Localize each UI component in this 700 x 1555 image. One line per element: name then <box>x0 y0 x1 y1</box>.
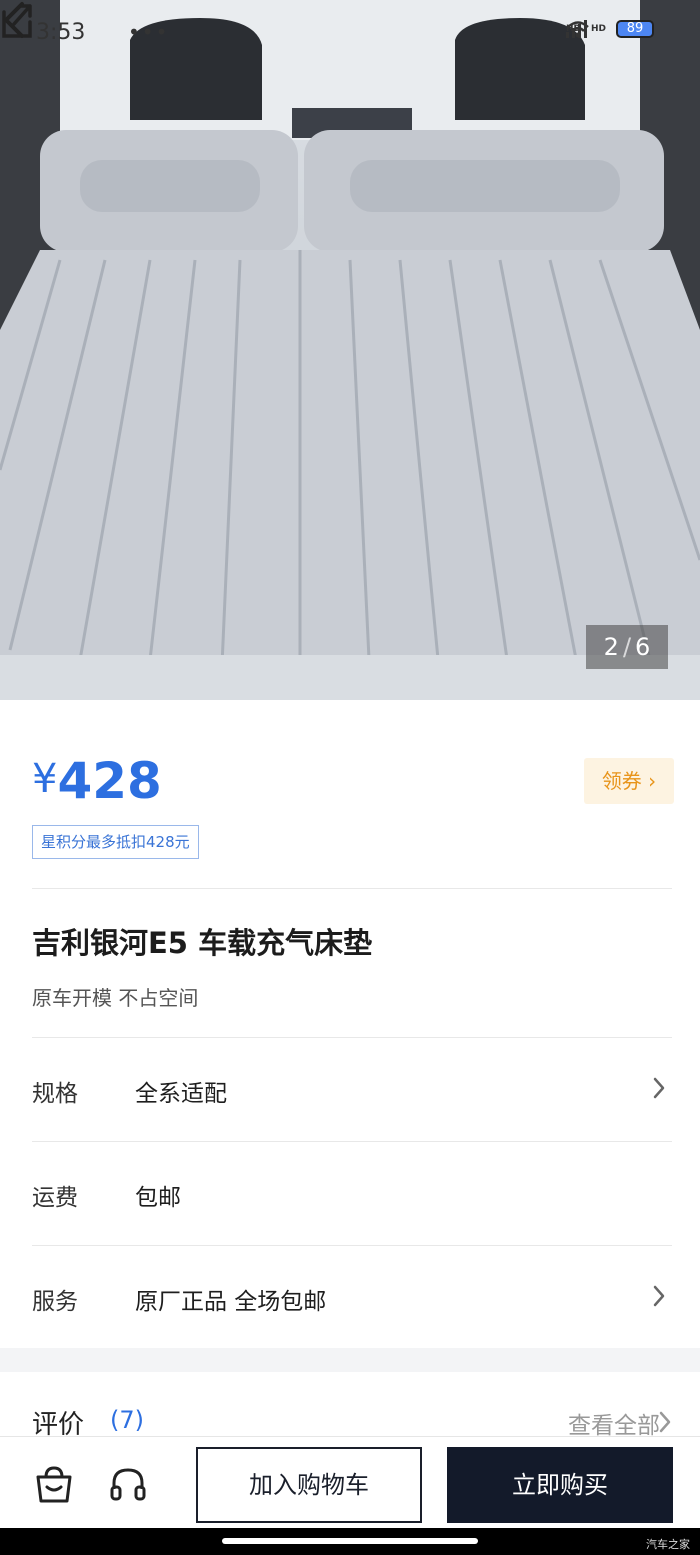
image-page-indicator: 2/6 <box>586 625 668 669</box>
spec-row[interactable]: 规格 全系适配 <box>32 1038 672 1141</box>
service-row[interactable]: 服务 原厂正品 全场包邮 <box>32 1246 672 1349</box>
status-indicators: HD HD 89 <box>565 20 654 38</box>
status-bar: 3:53 ••• HD HD 89 <box>0 0 700 64</box>
price-amount: 428 <box>57 752 162 810</box>
spec-value: 全系适配 <box>135 1081 227 1107</box>
status-time: 3:53 <box>36 20 86 45</box>
section-separator <box>0 1348 700 1372</box>
currency-symbol: ¥ <box>32 756 58 802</box>
reviews-count: (7) <box>110 1406 144 1434</box>
status-notification-dots: ••• <box>128 20 170 44</box>
chevron-right-icon[interactable] <box>658 1410 672 1434</box>
product-photo-air-mattress <box>0 0 700 700</box>
service-label: 服务 <box>32 1289 78 1315</box>
product-price: ¥428 <box>32 752 162 810</box>
divider <box>32 888 672 889</box>
share-icon[interactable] <box>0 0 34 40</box>
shipping-value: 包邮 <box>135 1185 181 1211</box>
points-deduction-tag: 星积分最多抵扣428元 <box>32 825 199 859</box>
service-value: 原厂正品 全场包邮 <box>135 1289 327 1315</box>
watermark: 汽车之家 <box>646 1538 690 1551</box>
product-image-gallery[interactable]: 3:53 ••• HD HD 89 2/6 <box>0 0 700 700</box>
product-subtitle: 原车开模 不占空间 <box>32 986 199 1010</box>
hd-signal-icon-2: HD <box>590 24 606 34</box>
shipping-label: 运费 <box>32 1185 78 1211</box>
bottom-action-bar: 加入购物车 立即购买 <box>0 1436 700 1528</box>
image-current-index: 2 <box>603 633 619 661</box>
view-all-reviews-link[interactable]: 查看全部 <box>568 1406 660 1440</box>
chevron-right-icon <box>653 1077 665 1099</box>
battery-icon: 89 <box>616 20 654 38</box>
customer-service-icon[interactable] <box>108 1465 148 1505</box>
wifi-icon <box>567 21 589 38</box>
buy-now-button[interactable]: 立即购买 <box>447 1447 673 1523</box>
get-coupon-label: 领券 <box>601 769 642 793</box>
product-title: 吉利银河E5 车载充气床垫 <box>32 926 373 960</box>
image-index-separator: / <box>622 633 632 661</box>
image-total-count: 6 <box>635 633 651 661</box>
home-indicator[interactable] <box>222 1538 478 1544</box>
chevron-right-icon: › <box>648 769 657 793</box>
shop-icon[interactable] <box>34 1465 74 1505</box>
add-to-cart-button[interactable]: 加入购物车 <box>196 1447 422 1523</box>
spec-label: 规格 <box>32 1081 78 1107</box>
get-coupon-button[interactable]: 领券 › <box>584 758 674 804</box>
chevron-right-icon <box>653 1285 665 1307</box>
shipping-row: 运费 包邮 <box>32 1142 672 1245</box>
